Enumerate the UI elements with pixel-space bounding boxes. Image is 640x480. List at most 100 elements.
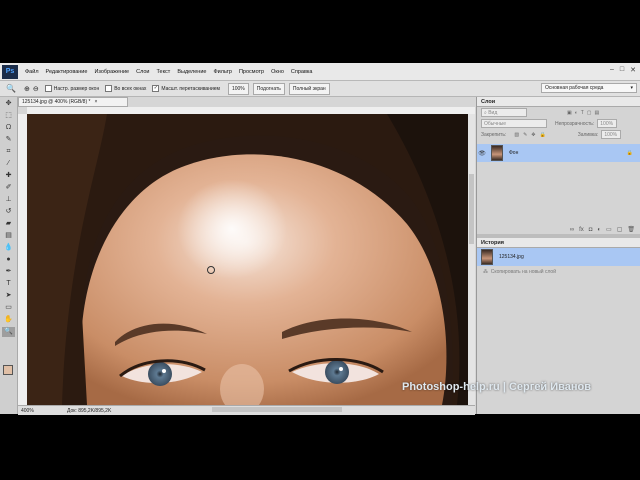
layer-row-background[interactable]: 👁 Фон 🔒 (477, 144, 640, 162)
opacity-label: Непрозрачность: (555, 120, 595, 127)
lock-icon: 🔒 (626, 150, 633, 156)
fx-icon[interactable]: fx (579, 227, 584, 233)
panels-dock: Слои ⌕ Вид ▣◐T▢▤ Обычные Непрозрачность:… (476, 97, 640, 414)
resize-windows-box[interactable] (44, 85, 52, 92)
document-tab[interactable]: 125134.jpg @ 400% (RGB/8) * × (18, 97, 128, 107)
minimize-icon[interactable]: – (610, 66, 614, 74)
quick-select-tool-icon[interactable]: ✎ (2, 135, 15, 145)
options-bar: 🔍 ⊕ ⊖ Настр. размер окон Во всех окнах ✓… (0, 81, 640, 97)
brush-tool-icon[interactable]: ✐ (2, 183, 15, 193)
menu-filter[interactable]: Фильтр (213, 69, 231, 75)
group-icon[interactable]: ▭ (606, 226, 612, 233)
layers-panel-tab[interactable]: Слои (477, 97, 640, 107)
photo-face-closeup (27, 114, 468, 405)
marquee-tool-icon[interactable]: ⬚ (2, 111, 15, 121)
zoom-in-icon[interactable]: ⊕ (24, 85, 30, 93)
horizontal-scroll-thumb[interactable] (212, 407, 342, 412)
link-icon[interactable]: ∞ (570, 227, 574, 233)
history-panel-tab[interactable]: История (477, 238, 640, 248)
chevron-down-icon: ▾ (630, 85, 633, 91)
layer-kind-filter[interactable]: ⌕ Вид (481, 108, 527, 117)
pen-tool-icon[interactable]: ✒ (2, 267, 15, 277)
adjustment-icon[interactable]: ◐ (597, 227, 601, 233)
menu-view[interactable]: Просмотр (239, 69, 264, 75)
zoom-tool-icon[interactable]: 🔍 (6, 84, 16, 93)
close-tab-icon[interactable]: × (94, 99, 97, 105)
layers-panel-footer: ∞ fx ◘ ◐ ▭ ▢ 🗑 (477, 225, 640, 234)
new-layer-icon[interactable]: ▢ (617, 226, 623, 233)
foreground-color-swatch[interactable] (3, 365, 13, 375)
photoshop-window: Ps Файл Редактирование Изображение Слои … (0, 63, 640, 415)
eraser-tool-icon[interactable]: ▰ (2, 219, 15, 229)
snapshot-thumbnail (481, 249, 493, 265)
shape-tool-icon[interactable]: ▭ (2, 303, 15, 313)
scrubby-zoom-checkbox[interactable]: ✓ Масшт. перетаскиванием (152, 85, 220, 92)
menu-type[interactable]: Текст (156, 69, 170, 75)
close-icon[interactable]: ✕ (630, 66, 636, 74)
trash-icon[interactable]: 🗑 (627, 226, 635, 233)
workspace-label: Основная рабочая среда (545, 85, 604, 91)
all-windows-checkbox[interactable]: Во всех окнах (105, 85, 146, 92)
lock-label: Закрепить: (481, 131, 507, 138)
maximize-icon[interactable]: □ (620, 66, 624, 74)
hand-tool-icon[interactable]: ✋ (2, 315, 15, 325)
crop-tool-icon[interactable]: ⌗ (2, 147, 15, 157)
opacity-input[interactable]: 100% (597, 119, 618, 128)
history-brush-tool-icon[interactable]: ↺ (2, 207, 15, 217)
history-state-row[interactable]: ⁂ Скопировать на новый слой (477, 266, 640, 278)
all-windows-label: Во всех окнах (114, 85, 147, 92)
vertical-scrollbar[interactable] (468, 114, 475, 405)
stamp-tool-icon[interactable]: ⊥ (2, 195, 15, 205)
snapshot-name: 125134.jpg (499, 254, 524, 260)
path-select-tool-icon[interactable]: ➤ (2, 291, 15, 301)
blend-mode-label: Обычные (484, 120, 507, 127)
video-watermark: Photoshop-help.ru | Сергей Иванов (402, 381, 592, 393)
dodge-tool-icon[interactable]: ● (2, 255, 15, 265)
vertical-scroll-thumb[interactable] (469, 174, 474, 244)
layer-thumbnail (491, 145, 503, 161)
scrubby-zoom-box[interactable]: ✓ (152, 85, 160, 92)
lock-icons[interactable]: ▧✎✥🔒 (514, 132, 549, 138)
menu-select[interactable]: Выделение (177, 69, 206, 75)
menu-help[interactable]: Справка (291, 69, 313, 75)
history-command-label: Скопировать на новый слой (490, 269, 556, 275)
blend-row: Обычные Непрозрачность: 100% (477, 118, 640, 129)
fit-screen-button[interactable]: Подогнать (252, 82, 285, 95)
resize-windows-checkbox[interactable]: Настр. размер окон (44, 85, 99, 92)
scrubby-zoom-label: Масшт. перетаскиванием (161, 85, 220, 92)
zoom-tool-icon-active[interactable]: 🔍 (2, 327, 15, 337)
workspace-select[interactable]: Основная рабочая среда ▾ (541, 83, 637, 93)
brush-cursor-icon (207, 266, 215, 274)
menu-file[interactable]: Файл (25, 69, 39, 75)
visibility-eye-icon[interactable]: 👁 (477, 150, 487, 157)
mask-icon[interactable]: ◘ (589, 227, 593, 233)
layer-filter-row: ⌕ Вид ▣◐T▢▤ (477, 107, 640, 118)
zoom-level[interactable]: 400% (18, 408, 49, 414)
fill-input[interactable]: 100% (601, 130, 622, 139)
fill-screen-button[interactable]: Полный экран (288, 82, 330, 95)
type-tool-icon[interactable]: T (2, 279, 15, 289)
layers-empty-area (477, 162, 640, 225)
blend-mode-select[interactable]: Обычные (481, 119, 547, 128)
lasso-tool-icon[interactable]: ᘯ (2, 123, 15, 133)
history-brush-icon: ⁂ (483, 269, 491, 275)
menu-bar: Ps Файл Редактирование Изображение Слои … (0, 63, 640, 81)
menu-layers[interactable]: Слои (136, 69, 149, 75)
document-canvas[interactable] (27, 114, 468, 405)
all-windows-box[interactable] (105, 85, 113, 92)
filter-icons[interactable]: ▣◐T▢▤ (567, 110, 602, 116)
gradient-tool-icon[interactable]: ▤ (2, 231, 15, 241)
document-tab-title: 125134.jpg @ 400% (RGB/8) * (22, 99, 91, 105)
move-tool-icon[interactable]: ✥ (2, 99, 15, 109)
healing-tool-icon[interactable]: ✚ (2, 171, 15, 181)
eyedropper-tool-icon[interactable]: ⁄ (2, 159, 15, 169)
menu-edit[interactable]: Редактирование (46, 69, 88, 75)
history-snapshot-row[interactable]: 125134.jpg (477, 248, 640, 266)
menu-window[interactable]: Окно (271, 69, 284, 75)
layer-name: Фон (509, 150, 519, 156)
document-info[interactable]: Док: 895,2K/895,2K (67, 408, 111, 414)
blur-tool-icon[interactable]: 💧 (2, 243, 15, 253)
menu-image[interactable]: Изображение (94, 69, 129, 75)
zoom-100-button[interactable]: 100% (227, 82, 249, 95)
zoom-out-icon[interactable]: ⊖ (33, 85, 39, 93)
